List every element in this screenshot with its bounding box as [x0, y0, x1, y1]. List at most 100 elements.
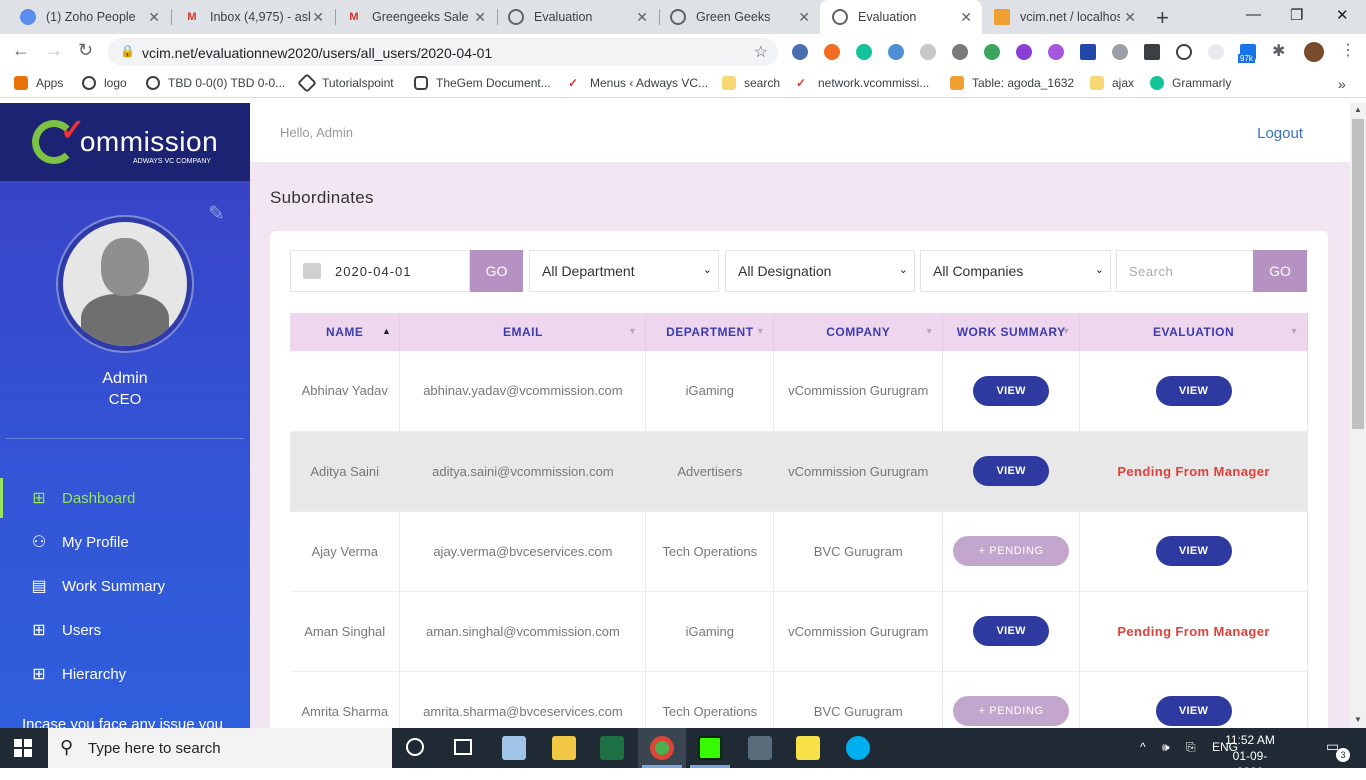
date-field[interactable]: 2020-04-01	[290, 250, 470, 292]
work-summary-pending-button[interactable]: + PENDING	[953, 696, 1070, 726]
snipping-tool-icon[interactable]	[748, 736, 772, 760]
close-icon[interactable]: ✕	[798, 9, 810, 26]
sort-asc-icon[interactable]: ▲	[382, 326, 391, 336]
taskbar-search-input[interactable]: ⚲ Type here to search	[48, 728, 392, 768]
sort-icon[interactable]: ▼	[756, 326, 765, 336]
network-icon[interactable]: ⎘	[1186, 740, 1196, 755]
system-clock[interactable]: 11:52 AM 01-09-2020	[1220, 732, 1280, 780]
sort-icon[interactable]: ▼	[925, 326, 934, 336]
column-header-company[interactable]: COMPANY ▼	[773, 313, 944, 351]
browser-tab[interactable]: M Greengeeks Sale R ✕	[334, 0, 496, 34]
bookmark-item[interactable]: ✓ Menus ‹ Adways VC...	[568, 76, 708, 90]
search-input[interactable]: Search	[1116, 250, 1254, 292]
extension-icon[interactable]	[1112, 44, 1128, 60]
show-hidden-icons-icon[interactable]: ^	[1140, 740, 1146, 754]
bookmark-item[interactable]: search	[722, 76, 780, 90]
sort-icon[interactable]: ▼	[1062, 326, 1071, 336]
bookmarks-overflow-icon[interactable]: »	[1338, 76, 1346, 92]
extension-icon[interactable]	[1016, 44, 1032, 60]
bookmark-item[interactable]: Table: agoda_1632	[950, 76, 1074, 90]
close-icon[interactable]: ✕	[636, 9, 648, 26]
designation-select[interactable]: All Designation ⌄	[725, 250, 915, 292]
column-header-department[interactable]: DEPARTMENT ▼	[645, 313, 775, 351]
bookmark-item[interactable]: TBD 0-0(0) TBD 0-0...	[146, 76, 285, 90]
reload-icon[interactable]: ↻	[78, 40, 93, 61]
grammarly-extension-icon[interactable]	[856, 44, 872, 60]
extension-icon[interactable]	[888, 44, 904, 60]
sort-icon[interactable]: ▼	[1290, 326, 1299, 336]
settings-extension-icon[interactable]	[952, 44, 968, 60]
page-scrollbar[interactable]: ▲ ▼	[1350, 103, 1366, 728]
pen-extension-icon[interactable]	[1048, 44, 1064, 60]
excel-app-icon[interactable]	[600, 736, 624, 760]
check-extension-icon[interactable]	[984, 44, 1000, 60]
bookmark-item[interactable]: logo	[82, 76, 127, 90]
extension-icon[interactable]	[1176, 44, 1192, 60]
browser-tab-active[interactable]: Evaluation ✕	[820, 0, 982, 34]
bookmark-apps[interactable]: Apps	[14, 76, 63, 90]
browser-tab[interactable]: Evaluation ✕	[496, 0, 658, 34]
column-header-evaluation[interactable]: EVALUATION ▼	[1079, 313, 1308, 351]
notepad-app-icon[interactable]	[502, 736, 526, 760]
browser-tab[interactable]: (1) Zoho People ✕	[8, 0, 170, 34]
extension-icon[interactable]	[1208, 44, 1224, 60]
work-summary-pending-button[interactable]: + PENDING	[953, 536, 1070, 566]
brand-logo[interactable]: ✓ ommission ADWAYS VC COMPANY	[0, 103, 250, 181]
sidebar-item-hierarchy[interactable]: ⊞ Hierarchy	[0, 654, 250, 694]
close-icon[interactable]: ✕	[1124, 9, 1136, 26]
bookmark-item[interactable]: Tutorialspoint	[297, 73, 394, 93]
dreamweaver-app-icon[interactable]	[698, 736, 722, 760]
browser-tab[interactable]: Green Geeks ✕	[658, 0, 820, 34]
close-icon[interactable]: ✕	[312, 9, 324, 26]
sort-icon[interactable]: ▼	[628, 326, 637, 336]
bookmark-item[interactable]: ajax	[1090, 76, 1134, 90]
evaluation-view-button[interactable]: VIEW	[1155, 375, 1232, 406]
sticky-notes-icon[interactable]	[796, 736, 820, 760]
column-header-work-summary[interactable]: WORK SUMMARY ▼	[942, 313, 1081, 351]
address-bar[interactable]: 🔒 vcim.net/evaluationnew2020/users/all_u…	[108, 38, 778, 66]
cortana-icon[interactable]	[406, 738, 424, 756]
minimize-icon[interactable]: —	[1246, 6, 1261, 23]
sidebar-item-my-profile[interactable]: ⚇ My Profile	[0, 522, 250, 562]
new-tab-button[interactable]: +	[1156, 5, 1169, 31]
sidebar-item-users[interactable]: ⊞ Users	[0, 610, 250, 650]
search-go-button[interactable]: GO	[1253, 250, 1307, 292]
close-icon[interactable]: ✕	[474, 9, 486, 26]
work-summary-view-button[interactable]: VIEW	[973, 375, 1050, 406]
sidebar-item-dashboard[interactable]: ⊞ Dashboard	[0, 478, 250, 518]
extension-icon[interactable]	[824, 44, 840, 60]
close-icon[interactable]: ✕	[148, 9, 160, 26]
logout-link[interactable]: Logout	[1257, 125, 1303, 142]
profile-avatar[interactable]	[1304, 42, 1324, 62]
work-summary-view-button[interactable]: VIEW	[973, 616, 1050, 646]
scrollbar-thumb[interactable]	[1352, 119, 1364, 429]
column-header-name[interactable]: NAME ▲	[290, 313, 401, 351]
work-summary-view-button[interactable]: VIEW	[973, 456, 1050, 486]
bookmark-star-icon[interactable]: ☆	[754, 42, 768, 62]
close-window-icon[interactable]: ✕	[1336, 6, 1349, 24]
restore-icon[interactable]: ❐	[1290, 6, 1303, 24]
bookmark-item[interactable]: Grammarly	[1150, 76, 1231, 90]
volume-icon[interactable]: 🕪	[1162, 740, 1170, 755]
date-go-button[interactable]: GO	[470, 250, 523, 292]
evaluation-view-button[interactable]: VIEW	[1155, 696, 1232, 726]
puzzle-icon[interactable]: ✱	[1272, 41, 1288, 60]
task-view-icon[interactable]	[454, 739, 472, 755]
browser-tab[interactable]: M Inbox (4,975) - ash ✕	[172, 0, 334, 34]
back-icon[interactable]: ←	[12, 40, 30, 61]
bookmark-item[interactable]: ✓ network.vcommissi...	[796, 76, 929, 90]
department-select[interactable]: All Department ⌄	[529, 250, 719, 292]
bookmark-item[interactable]: TheGem Document...	[414, 76, 551, 90]
menu-icon[interactable]: ⋮	[1340, 40, 1356, 60]
browser-tab[interactable]: vcim.net / localhos ✕	[982, 0, 1146, 34]
chrome-app-icon[interactable]	[650, 736, 674, 760]
extension-icon[interactable]	[920, 44, 936, 60]
forward-icon[interactable]: →	[45, 40, 63, 61]
column-header-email[interactable]: EMAIL ▼	[399, 313, 647, 351]
extension-icon[interactable]	[1144, 44, 1160, 60]
sidebar-item-work-summary[interactable]: ▤ Work Summary	[0, 566, 250, 606]
companies-select[interactable]: All Companies ⌄	[920, 250, 1111, 292]
skype-app-icon[interactable]	[846, 736, 870, 760]
file-explorer-icon[interactable]	[552, 736, 576, 760]
windows-start-icon[interactable]	[14, 739, 32, 757]
